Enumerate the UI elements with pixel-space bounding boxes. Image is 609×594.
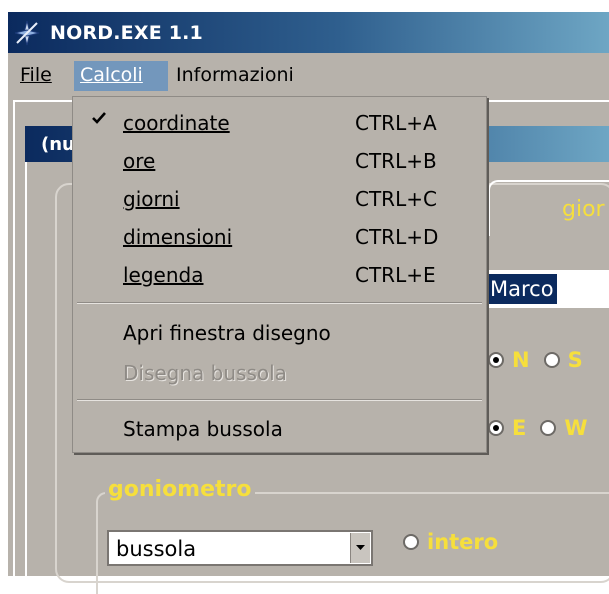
child-window-title: (nu	[41, 134, 75, 155]
title-bar: NORD.EXE 1.1	[8, 12, 609, 53]
menu-item-disegna-bussola: Disegna bussola	[73, 355, 486, 387]
radio-intero-label: intero	[427, 530, 499, 554]
window-title: NORD.EXE 1.1	[50, 22, 203, 44]
name-input-value: Marco	[487, 274, 557, 304]
goniometro-select-value: bussola	[116, 537, 197, 561]
menu-file[interactable]: File	[14, 61, 58, 91]
checkmark-icon	[92, 112, 106, 124]
menu-item-coordinate-label: coordinate	[123, 111, 230, 135]
menu-separator	[77, 399, 482, 401]
menu-item-giorni-shortcut: CTRL+C	[355, 187, 437, 211]
menu-separator	[77, 302, 482, 304]
tab-giorni-label: gior	[562, 197, 605, 222]
menu-item-giorni-label: giorni	[123, 187, 180, 211]
menu-item-coordinate[interactable]: coordinate CTRL+A	[73, 105, 486, 137]
menu-informazioni-label: Informazioni	[176, 64, 294, 86]
goniometro-select[interactable]: bussola	[107, 530, 373, 566]
menu-file-label: File	[20, 64, 52, 86]
menu-item-apri-finestra-disegno-label: Apri finestra disegno	[123, 321, 331, 345]
dropdown-arrow-button[interactable]	[350, 533, 370, 563]
goniometro-group-legend: goniometro	[105, 477, 255, 502]
radio-n-label: N	[512, 348, 530, 372]
menu-item-stampa-bussola[interactable]: Stampa bussola	[73, 411, 486, 443]
latitude-radio-group: N S	[488, 343, 583, 377]
tab-giorni[interactable]: gior	[488, 180, 609, 236]
menu-item-ore-shortcut: CTRL+B	[355, 149, 437, 173]
menu-item-dimensioni-label: dimensioni	[123, 225, 233, 249]
menu-item-dimensioni[interactable]: dimensioni CTRL+D	[73, 219, 486, 251]
menu-item-apri-finestra-disegno[interactable]: Apri finestra disegno	[73, 315, 486, 347]
menu-item-giorni[interactable]: giorni CTRL+C	[73, 181, 486, 213]
radio-s-label: S	[567, 348, 583, 372]
radio-w[interactable]	[540, 420, 557, 436]
intero-radio-group: intero	[403, 525, 498, 559]
chevron-down-icon	[356, 545, 365, 550]
menu-item-legenda-shortcut: CTRL+E	[355, 263, 436, 287]
menu-calcoli[interactable]: Calcoli	[74, 61, 168, 91]
menu-item-disegna-bussola-label: Disegna bussola	[123, 361, 287, 385]
menu-bar: File Calcoli Informazioni	[8, 61, 609, 91]
menu-item-legenda[interactable]: legenda CTRL+E	[73, 257, 486, 289]
radio-intero[interactable]	[403, 534, 419, 550]
radio-n[interactable]	[488, 352, 504, 368]
menu-item-stampa-bussola-label: Stampa bussola	[123, 417, 283, 441]
longitude-radio-group: E W	[488, 411, 588, 445]
menu-item-ore-label: ore	[123, 149, 156, 173]
name-input[interactable]: Marco	[485, 270, 609, 308]
radio-w-label: W	[564, 416, 588, 440]
menu-item-ore[interactable]: ore CTRL+B	[73, 143, 486, 175]
radio-e-label: E	[512, 416, 527, 440]
compass-app-icon	[14, 20, 40, 46]
menu-item-legenda-label: legenda	[123, 263, 204, 287]
calcoli-dropdown-menu: coordinate CTRL+A ore CTRL+B giorni CTRL…	[72, 96, 487, 453]
menu-informazioni[interactable]: Informazioni	[170, 61, 300, 91]
menu-item-coordinate-shortcut: CTRL+A	[355, 111, 437, 135]
menu-calcoli-label: Calcoli	[80, 64, 143, 86]
radio-e[interactable]	[488, 420, 504, 436]
menu-item-dimensioni-shortcut: CTRL+D	[355, 225, 439, 249]
radio-s[interactable]	[543, 352, 560, 368]
